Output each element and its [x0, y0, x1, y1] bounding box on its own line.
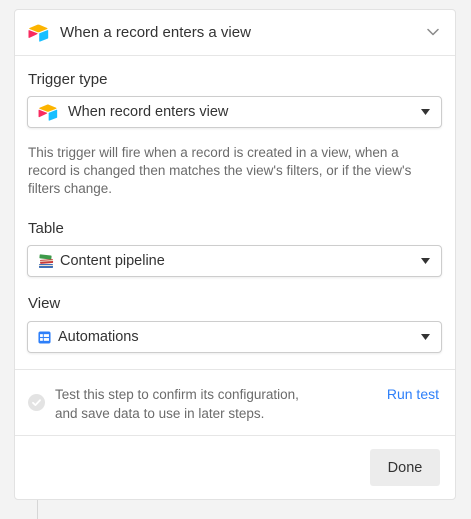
done-button[interactable]: Done: [370, 449, 440, 486]
trigger-type-label: Trigger type: [28, 71, 108, 88]
table-select[interactable]: Content pipeline: [27, 245, 442, 277]
caret-down-icon: [421, 334, 430, 340]
trigger-config-panel: When a record enters a view Trigger type…: [14, 9, 456, 500]
table-label: Table: [28, 220, 64, 237]
check-circle-icon: [28, 394, 45, 411]
test-hint-line-2: and save data to use in later steps.: [55, 406, 265, 421]
view-label: View: [28, 295, 61, 312]
caret-down-icon: [421, 109, 430, 115]
panel-header[interactable]: When a record enters a view: [15, 10, 455, 56]
run-test-link[interactable]: Run test: [387, 386, 439, 402]
trigger-type-select[interactable]: When record enters view: [27, 96, 442, 128]
view-value: Automations: [58, 329, 139, 345]
section-divider: [15, 369, 455, 370]
panel-title: When a record enters a view: [60, 24, 251, 41]
caret-down-icon: [421, 258, 430, 264]
books-emoji-icon: [39, 254, 54, 268]
airtable-logo-icon: [38, 104, 58, 121]
trigger-description: This trigger will fire when a record is …: [28, 145, 412, 196]
footer-divider: [15, 435, 455, 436]
grid-view-icon: [38, 331, 51, 344]
chevron-down-icon[interactable]: [427, 27, 439, 37]
trigger-type-value: When record enters view: [68, 104, 229, 120]
workflow-connector-line: [37, 500, 38, 519]
test-step-hint: Test this step to confirm its configurat…: [55, 385, 375, 423]
view-select[interactable]: Automations: [27, 321, 442, 353]
table-value: Content pipeline: [60, 253, 165, 269]
test-hint-line-1: Test this step to confirm its configurat…: [55, 387, 299, 402]
airtable-logo-icon: [28, 24, 49, 42]
